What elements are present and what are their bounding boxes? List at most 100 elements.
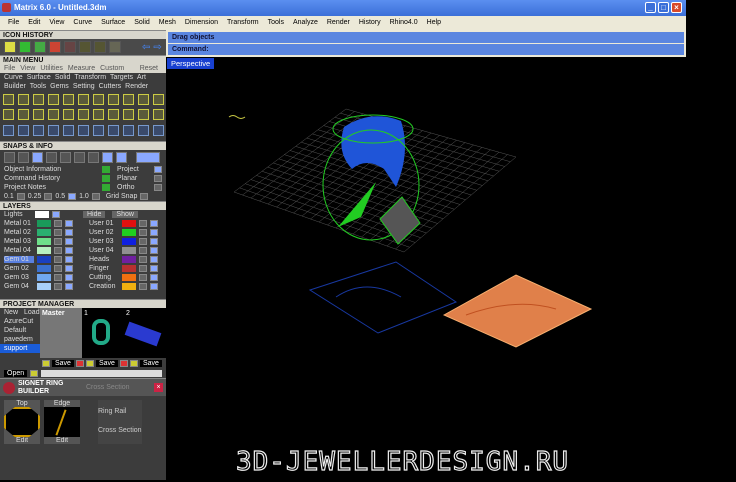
layer-lock-icon[interactable] [54, 229, 62, 236]
edit-button[interactable]: Edit [44, 437, 80, 444]
layer-lock-icon[interactable] [139, 238, 147, 245]
load-project-button[interactable]: Load [24, 309, 40, 316]
tool-icon[interactable] [18, 94, 29, 105]
menu-file[interactable]: File [8, 19, 19, 30]
layer-color[interactable] [37, 256, 51, 263]
layer-visible[interactable] [52, 211, 60, 218]
layer-visible[interactable] [65, 274, 73, 281]
layer-lock-icon[interactable] [54, 247, 62, 254]
layer-color[interactable] [122, 265, 136, 272]
layer-lock-icon[interactable] [139, 220, 147, 227]
layer-name[interactable]: User 04 [89, 247, 119, 254]
play-icon[interactable] [30, 369, 39, 377]
tool-icon[interactable] [3, 124, 14, 136]
layer-visible[interactable] [65, 265, 73, 272]
command-input[interactable]: Command: [168, 44, 684, 55]
history-icon[interactable] [34, 41, 46, 53]
command-history-button[interactable] [102, 175, 110, 182]
snap-icon[interactable] [74, 152, 85, 163]
eject-icon[interactable] [85, 359, 94, 367]
tool-icon[interactable] [138, 94, 149, 105]
category-cutters[interactable]: Cutters [99, 83, 122, 90]
layer-color[interactable] [35, 211, 49, 218]
layer-name[interactable]: User 03 [89, 238, 119, 245]
close-icon[interactable]: × [154, 383, 163, 392]
layer-name[interactable]: Creation [89, 283, 119, 290]
tool-icon[interactable] [18, 109, 29, 121]
layer-visible[interactable] [150, 256, 158, 263]
tool-icon[interactable] [3, 94, 14, 105]
layer-visible[interactable] [150, 229, 158, 236]
menu-view[interactable]: View [49, 19, 64, 30]
open-button[interactable]: Open [4, 369, 28, 377]
new-project-button[interactable]: New [4, 309, 18, 316]
layer-color[interactable] [122, 274, 136, 281]
layer-color[interactable] [37, 220, 51, 227]
save-button[interactable]: Save [95, 359, 118, 367]
layer-visible[interactable] [65, 229, 73, 236]
grid-value-checkbox[interactable] [16, 193, 25, 200]
snap-icon[interactable] [18, 152, 29, 163]
tool-icon[interactable] [48, 94, 59, 105]
tab-file[interactable]: File [4, 65, 15, 72]
save-button[interactable]: Save [52, 359, 74, 367]
edge-panel[interactable]: Edge Edit [44, 400, 80, 444]
tab-custom[interactable]: Custom [100, 65, 124, 72]
planar-checkbox[interactable] [154, 175, 162, 182]
layer-lock-icon[interactable] [54, 274, 62, 281]
layers-expand[interactable] [0, 291, 166, 299]
tab-utilities[interactable]: Utilities [40, 65, 63, 72]
category-curve[interactable]: Curve [4, 74, 23, 81]
tool-icon[interactable] [153, 124, 164, 136]
tool-icon[interactable] [33, 94, 44, 105]
menu-curve[interactable]: Curve [73, 19, 92, 30]
category-builder[interactable]: Builder [4, 83, 26, 90]
layer-name[interactable]: Gem 02 [4, 265, 34, 272]
history-icon[interactable] [19, 41, 31, 53]
eject-icon[interactable] [42, 359, 50, 367]
layer-name[interactable]: User 01 [89, 220, 119, 227]
layer-visible[interactable] [150, 247, 158, 254]
layer-name[interactable]: Metal 02 [4, 229, 34, 236]
tab-measure[interactable]: Measure [68, 65, 95, 72]
layer-visible[interactable] [65, 238, 73, 245]
category-setting[interactable]: Setting [73, 83, 95, 90]
cross-section-tab[interactable]: Cross Section [86, 384, 154, 391]
snap-icon[interactable] [46, 152, 57, 163]
menu-transform[interactable]: Transform [227, 19, 259, 30]
grid-snap-checkbox[interactable] [140, 193, 149, 200]
menu-edit[interactable]: Edit [28, 19, 40, 30]
save-button[interactable]: Save [139, 359, 162, 367]
layer-color[interactable] [37, 283, 51, 290]
tool-icon[interactable] [78, 124, 89, 136]
forward-arrow-icon[interactable]: ⇨ [153, 42, 161, 53]
layer-lock-icon[interactable] [54, 283, 62, 290]
tool-icon[interactable] [63, 124, 74, 136]
ortho-checkbox[interactable] [154, 184, 162, 191]
menu-history[interactable]: History [359, 19, 381, 30]
tool-icon[interactable] [78, 94, 89, 105]
menu-tools[interactable]: Tools [268, 19, 284, 30]
layer-color[interactable] [37, 238, 51, 245]
tool-icon[interactable] [153, 109, 164, 121]
tool-icon[interactable] [63, 94, 74, 105]
layer-visible[interactable] [150, 238, 158, 245]
category-transform[interactable]: Transform [74, 74, 106, 81]
layer-lock-icon[interactable] [139, 283, 147, 290]
history-icon[interactable] [49, 41, 61, 53]
layer-visible[interactable] [65, 283, 73, 290]
snap-toggle-icon[interactable] [136, 152, 160, 163]
back-arrow-icon[interactable]: ⇦ [142, 42, 150, 53]
layer-lock-icon[interactable] [139, 247, 147, 254]
grid-value-checkbox[interactable] [91, 193, 100, 200]
top-panel[interactable]: Top Edit [4, 400, 40, 444]
grid-value-checkbox[interactable] [68, 193, 77, 200]
layer-color[interactable] [122, 220, 136, 227]
history-icon[interactable] [64, 41, 76, 53]
layer-name[interactable]: Heads [89, 256, 119, 263]
layer-name[interactable]: Metal 01 [4, 220, 34, 227]
layer-color[interactable] [37, 229, 51, 236]
tool-icon[interactable] [33, 109, 44, 121]
history-icon[interactable] [94, 41, 106, 53]
tool-icon[interactable] [93, 109, 104, 121]
